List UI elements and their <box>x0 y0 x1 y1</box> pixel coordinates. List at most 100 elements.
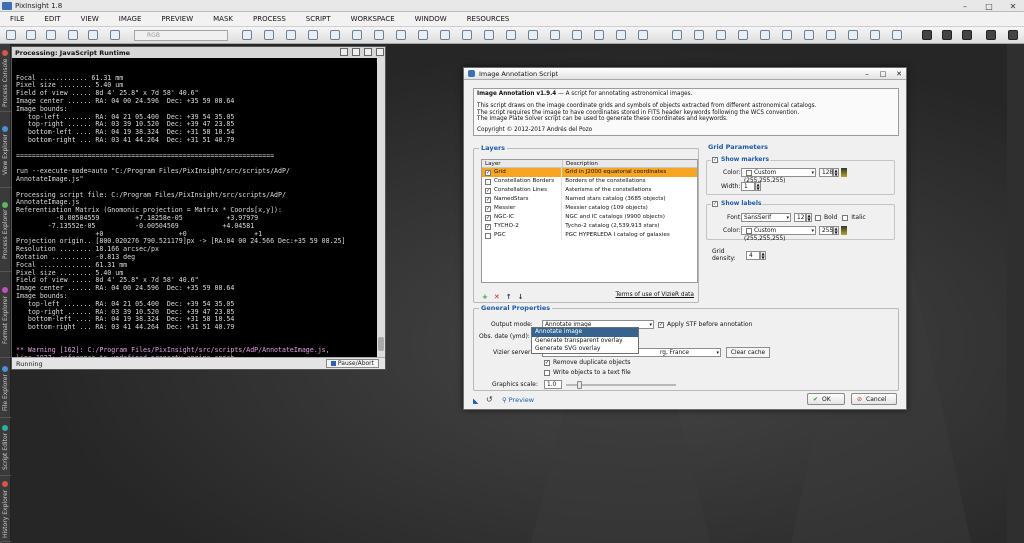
preview-new-icon[interactable] <box>672 30 682 40</box>
zoom-selection-icon[interactable] <box>484 30 494 40</box>
process-icon[interactable] <box>804 30 814 40</box>
minimize-button[interactable]: – <box>954 0 976 12</box>
label-color-picker[interactable] <box>841 226 847 235</box>
layer-checkbox[interactable]: ✓ <box>485 196 491 203</box>
vizier-terms-link[interactable]: Terms of use of VizieR data <box>616 292 694 298</box>
move-icon[interactable] <box>242 30 252 40</box>
menu-workspace[interactable]: WORKSPACE <box>341 12 405 27</box>
channel-select[interactable]: RGB <box>134 30 228 41</box>
red-channel-icon[interactable] <box>572 30 582 40</box>
redo-icon[interactable] <box>26 30 36 40</box>
console-shade-button[interactable] <box>340 48 348 56</box>
apply-stf-checkbox[interactable]: ✓ <box>658 321 664 328</box>
process-console-icon[interactable] <box>870 30 880 40</box>
dropdown-option[interactable]: Generate transparent overlay <box>532 337 638 346</box>
shrink-icon[interactable] <box>286 30 296 40</box>
window-list-icon[interactable] <box>986 30 996 40</box>
readout-icon[interactable] <box>396 30 406 40</box>
layer-checkbox[interactable]: ✓ <box>485 169 491 176</box>
font-select[interactable]: SansSerif ▾ <box>741 213 791 222</box>
tab-process-console[interactable]: Process Console <box>0 46 11 112</box>
menu-script[interactable]: SCRIPT <box>296 12 341 27</box>
tab-format-explorer[interactable]: Format Explorer <box>0 274 11 358</box>
preview-delete-icon[interactable] <box>716 30 726 40</box>
preview-button[interactable]: ⚲ Preview <box>502 396 534 404</box>
green-channel-icon[interactable] <box>594 30 604 40</box>
layer-row[interactable]: ✓ Messier Messier catalog (109 objects) <box>482 204 697 213</box>
rgb-channels-icon[interactable] <box>550 30 560 40</box>
blue-channel-icon[interactable] <box>616 30 626 40</box>
font-size-spin[interactable]: ▲ ▼ <box>806 213 812 222</box>
dialog-maximize-button[interactable]: □ <box>876 69 890 79</box>
pause-abort-button[interactable]: Pause/Abort <box>325 359 379 368</box>
zoom-out-icon[interactable] <box>418 30 428 40</box>
bold-checkbox[interactable] <box>815 214 821 221</box>
label-alpha-input[interactable]: 255 <box>819 226 833 235</box>
reset-icon[interactable]: ↺ <box>486 395 493 404</box>
zoom-icon[interactable] <box>440 30 450 40</box>
menu-process[interactable]: PROCESS <box>243 12 296 27</box>
menu-preview[interactable]: PREVIEW <box>151 12 203 27</box>
marker-width-spin[interactable]: ▲ ▼ <box>755 182 761 191</box>
show-labels-checkbox[interactable]: ✓ <box>712 200 718 207</box>
marker-alpha-spin[interactable]: ▲ ▼ <box>833 168 839 177</box>
delete-layer-icon[interactable]: ✕ <box>494 293 500 301</box>
fit-view-icon[interactable] <box>308 30 318 40</box>
layer-checkbox[interactable] <box>485 232 491 239</box>
console-scrollbar[interactable] <box>377 58 385 357</box>
marker-alpha-input[interactable]: 128 <box>819 168 833 177</box>
remove-duplicates-checkbox[interactable]: ✓ <box>544 359 550 366</box>
zoom-1-1-icon[interactable] <box>462 30 472 40</box>
add-layer-icon[interactable]: + <box>482 293 488 301</box>
script-icon[interactable] <box>826 30 836 40</box>
dialog-close-button[interactable]: ✕ <box>892 69 906 79</box>
zoom-fit-icon[interactable] <box>68 30 78 40</box>
graphics-scale-slider[interactable] <box>566 380 676 389</box>
dynamic-zoom-icon[interactable] <box>506 30 516 40</box>
show-markers-checkbox[interactable]: ✓ <box>712 156 718 163</box>
grid-density-input[interactable]: 4 <box>746 250 760 260</box>
mask-invert-icon[interactable] <box>760 30 770 40</box>
execute-icon[interactable] <box>892 30 902 40</box>
clear-cache-button[interactable]: Clear cache <box>726 347 770 358</box>
move-down-icon[interactable]: ↓ <box>518 293 524 301</box>
layer-row[interactable]: ✓ Grid Grid in J2000 equatorial coordinate… <box>482 168 697 177</box>
layer-column-header[interactable]: Layer <box>482 160 563 167</box>
move-up-icon[interactable]: ↑ <box>506 293 512 301</box>
menu-resources[interactable]: RESOURCES <box>457 12 520 27</box>
layer-row[interactable]: ✓ TYCHO-2 Tycho-2 catalog (2,539,913 stars… <box>482 222 697 231</box>
window-dock-icon[interactable] <box>962 30 972 40</box>
menu-file[interactable]: FILE <box>0 12 34 27</box>
layer-row[interactable]: PGC PGC HYPERLEDA I catalog of galaxies <box>482 231 697 240</box>
window-tile-icon[interactable] <box>922 30 932 40</box>
crop-icon[interactable] <box>374 30 384 40</box>
layer-row[interactable]: ✓ NamedStars Named stars catalog (3685 obj… <box>482 195 697 204</box>
marker-width-input[interactable]: 1 <box>741 182 755 191</box>
workspace-icon[interactable] <box>848 30 858 40</box>
tab-file-explorer[interactable]: File Explorer <box>0 360 11 418</box>
console-close-button[interactable] <box>376 48 384 56</box>
dialog-minimize-button[interactable]: – <box>860 69 874 79</box>
close-button[interactable]: ✕ <box>1002 0 1024 12</box>
layer-checkbox[interactable]: ✓ <box>485 205 491 212</box>
mask-show-icon[interactable] <box>738 30 748 40</box>
console-restore-button[interactable] <box>352 48 360 56</box>
tab-script-editor[interactable]: Script Editor <box>0 420 11 476</box>
expand-icon[interactable] <box>264 30 274 40</box>
mask-enable-icon[interactable] <box>782 30 792 40</box>
tab-history-explorer[interactable]: History Explorer <box>0 478 11 542</box>
undo-all-icon[interactable] <box>46 30 56 40</box>
dropdown-option[interactable]: Generate SVG overlay <box>532 345 638 354</box>
italic-checkbox[interactable] <box>842 214 849 221</box>
menu-window[interactable]: WINDOW <box>405 12 457 27</box>
layer-checkbox[interactable]: ✓ <box>485 187 491 194</box>
layer-checkbox[interactable]: ✓ <box>485 214 491 221</box>
fit-window-icon[interactable] <box>528 30 538 40</box>
select-icon[interactable] <box>352 30 362 40</box>
grid-density-spin[interactable]: ▲ ▼ <box>760 250 766 260</box>
layer-checkbox[interactable] <box>485 178 491 185</box>
label-color-select[interactable]: Custom (255,255,255) ▾ <box>741 226 816 242</box>
tab-process-explorer[interactable]: Process Explorer <box>0 190 11 272</box>
layer-row[interactable]: ✓ NGC-IC NGC and IC catalogs (9900 objects… <box>482 213 697 222</box>
new-instance-icon[interactable]: ◣ <box>473 397 478 405</box>
